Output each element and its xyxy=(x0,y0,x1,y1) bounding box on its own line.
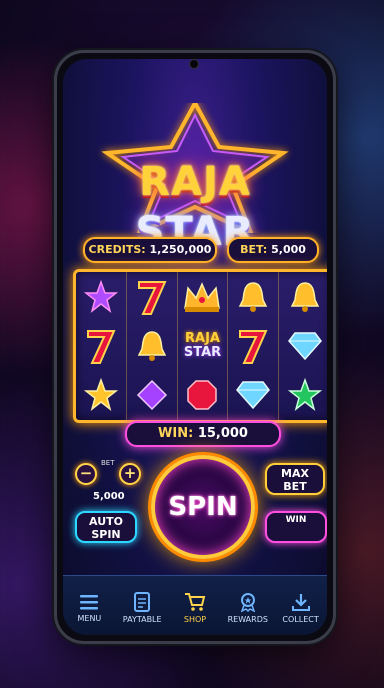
red-seven-icon xyxy=(239,329,268,364)
nav-label-menu: MENU xyxy=(77,613,102,623)
reel-cell xyxy=(279,371,327,420)
green-star-icon xyxy=(287,378,322,412)
gold-bell-icon xyxy=(137,331,166,361)
bet-decrease-button[interactable]: − xyxy=(75,463,97,485)
nav-item-menu[interactable]: MENU xyxy=(63,593,115,623)
reel-cell-wild: RAJA STAR xyxy=(178,321,229,371)
reel-cell xyxy=(76,370,127,420)
win-value: 15,000 xyxy=(197,426,248,441)
reel-cell xyxy=(178,370,229,420)
reel-cell xyxy=(228,321,280,371)
game-screen: RAJA STAR CREDITS: 1,250,000 BET: 5,000 xyxy=(63,59,327,635)
reel-cell xyxy=(178,272,229,322)
nav-label-rewards: REWARDS xyxy=(227,614,268,624)
bet-display: BET: 5,000 xyxy=(227,237,319,263)
gold-star-icon xyxy=(83,378,118,412)
nav-label-paytable: PAYTABLE xyxy=(122,614,162,624)
nav-item-collect[interactable]: COLLECT xyxy=(275,592,327,624)
bet-label: BET: xyxy=(240,243,268,256)
spin-button[interactable]: SPIN xyxy=(151,455,255,559)
reel-cell xyxy=(76,272,127,322)
reel-cell xyxy=(127,272,178,322)
nav-label-collect: COLLECT xyxy=(282,614,319,624)
game-logo: RAJA STAR xyxy=(63,99,327,255)
reel-cell xyxy=(228,370,280,420)
auto-spin-button[interactable]: AUTO SPIN xyxy=(75,511,137,543)
purple-star-icon xyxy=(83,279,118,313)
menu-icon xyxy=(80,594,99,609)
max-bet-line1: MAX xyxy=(281,467,309,480)
auto-spin-line1: AUTO xyxy=(89,515,123,528)
win-label: WIN: xyxy=(158,426,194,441)
nav-item-paytable[interactable]: PAYTABLE xyxy=(116,591,168,624)
reel-cell xyxy=(228,272,280,322)
reel-cell xyxy=(279,272,327,321)
reel-cell xyxy=(279,321,327,370)
blue-diamond-icon xyxy=(236,381,271,410)
logo-title-raja: RAJA xyxy=(139,159,251,205)
red-seven-icon xyxy=(86,329,116,364)
win-display: WIN: 15,000 xyxy=(125,421,281,447)
bet-control-label: BET xyxy=(101,459,115,467)
cart-icon xyxy=(184,592,206,611)
bottom-nav: MENU PAYTABLE SHOP REWARDS COLLECT xyxy=(63,575,327,635)
crown-icon xyxy=(184,281,221,312)
phone-frame: RAJA STAR CREDITS: 1,250,000 BET: 5,000 xyxy=(54,50,336,644)
wild-star-text: STAR xyxy=(183,344,222,360)
camera-notch xyxy=(189,59,199,69)
win-button-label: WIN xyxy=(285,515,307,525)
nav-label-shop: SHOP xyxy=(183,614,207,624)
bet-amount: 5,000 xyxy=(93,491,125,502)
wild-raja-text: RAJA xyxy=(185,330,220,346)
win-button[interactable]: WIN xyxy=(265,511,327,543)
max-bet-line2: BET xyxy=(283,480,307,493)
purple-gem-icon xyxy=(136,380,167,411)
red-gem-icon xyxy=(187,380,218,411)
slot-reels: RAJA STAR xyxy=(73,269,327,423)
nav-item-shop[interactable]: SHOP xyxy=(169,592,221,624)
blue-diamond-icon xyxy=(287,332,322,361)
red-seven-icon xyxy=(137,280,167,315)
nav-item-rewards[interactable]: REWARDS xyxy=(222,592,274,624)
download-icon xyxy=(291,593,310,611)
gold-bell-icon xyxy=(290,281,319,312)
reel-cell xyxy=(127,370,178,420)
medal-icon xyxy=(240,592,255,612)
bet-value: 5,000 xyxy=(271,243,306,256)
spin-label: SPIN xyxy=(168,492,238,522)
credits-label: CREDITS: xyxy=(88,243,146,256)
bet-increase-button[interactable]: + xyxy=(119,463,141,485)
gold-bell-icon xyxy=(239,281,268,312)
max-bet-button[interactable]: MAX BET xyxy=(265,463,325,495)
reel-cell xyxy=(76,321,127,371)
credits-value: 1,250,000 xyxy=(149,243,212,256)
auto-spin-line2: SPIN xyxy=(91,528,121,541)
paytable-icon xyxy=(134,591,151,612)
credits-display: CREDITS: 1,250,000 xyxy=(83,237,217,263)
reel-cell xyxy=(127,321,178,371)
